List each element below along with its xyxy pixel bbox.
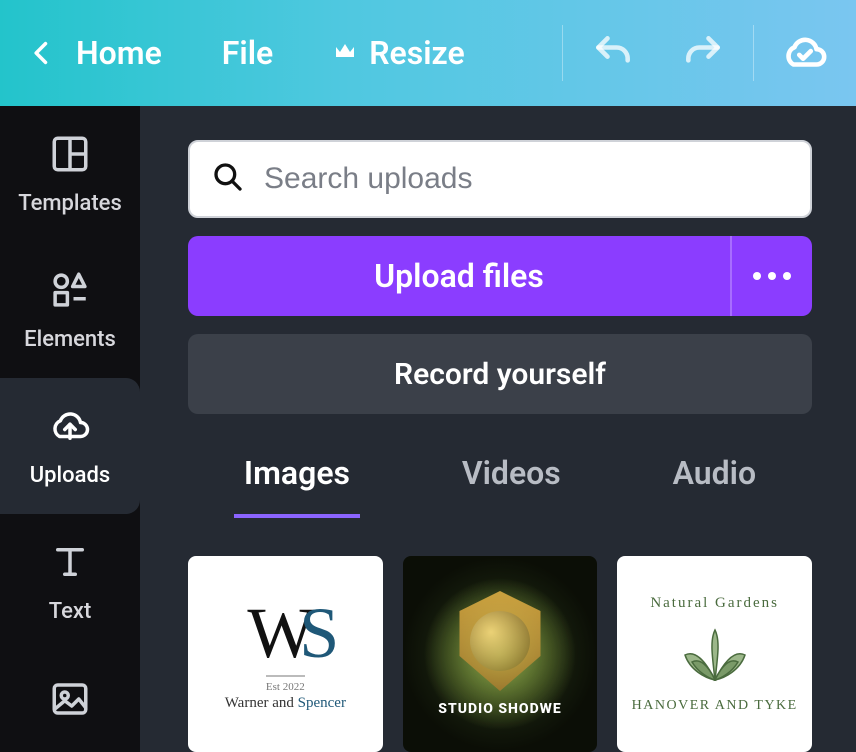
templates-icon xyxy=(49,133,91,179)
uploads-panel: Upload files Record yourself Images Vide… xyxy=(140,106,856,752)
sidebar-item-text[interactable]: Text xyxy=(0,514,140,650)
upload-thumb[interactable]: WS Est 2022 Warner and Spencer xyxy=(188,556,383,752)
top-right-group xyxy=(534,25,828,81)
sidebar-item-label: Uploads xyxy=(30,463,110,488)
shield-icon xyxy=(455,591,545,691)
top-left-group: Home File Resize xyxy=(28,34,465,72)
sidebar-item-label: Templates xyxy=(18,191,122,216)
top-bar: Home File Resize xyxy=(0,0,856,106)
tab-images[interactable]: Images xyxy=(234,454,360,518)
sidebar-item-templates[interactable]: Templates xyxy=(0,106,140,242)
chevron-left-icon xyxy=(28,34,56,72)
separator xyxy=(562,25,563,81)
cloud-check-icon[interactable] xyxy=(782,30,828,76)
crown-icon xyxy=(333,34,357,72)
tab-videos[interactable]: Videos xyxy=(452,454,571,518)
upload-files-label: Upload files xyxy=(374,257,544,295)
home-label: Home xyxy=(76,34,162,72)
upload-files-button[interactable]: Upload files xyxy=(188,236,732,316)
redo-button[interactable] xyxy=(681,31,725,75)
resize-label: Resize xyxy=(369,34,464,72)
ellipsis-icon xyxy=(753,272,791,280)
ng-arc-text: Natural Gardens xyxy=(650,595,779,612)
separator xyxy=(753,25,754,81)
sidebar-item-elements[interactable]: Elements xyxy=(0,242,140,378)
record-yourself-label: Record yourself xyxy=(394,357,606,392)
home-button[interactable]: Home xyxy=(28,34,162,72)
uploads-icon xyxy=(49,405,91,451)
sidebar-item-label: Elements xyxy=(24,327,116,352)
tab-audio[interactable]: Audio xyxy=(663,454,766,518)
shodwe-label: STUDIO SHODWE xyxy=(438,701,561,717)
ng-sub-text: HANOVER AND TYKE xyxy=(632,698,798,714)
search-input[interactable] xyxy=(264,162,788,196)
sidebar-item-photos[interactable] xyxy=(0,650,140,752)
upload-thumb[interactable]: STUDIO SHODWE xyxy=(403,556,598,752)
sidebar-item-label: Text xyxy=(49,599,92,624)
text-icon xyxy=(49,541,91,587)
media-tabs: Images Videos Audio xyxy=(188,454,812,518)
sidebar-item-uploads[interactable]: Uploads xyxy=(0,378,140,514)
file-menu[interactable]: File xyxy=(222,34,273,72)
upload-thumbnails: WS Est 2022 Warner and Spencer STUDIO SH… xyxy=(188,556,812,752)
ws-name: Warner and Spencer xyxy=(225,695,346,712)
ws-logo: WS xyxy=(247,597,323,669)
sidebar: Templates Elements Uploads Text xyxy=(0,106,140,752)
photos-icon xyxy=(49,678,91,724)
elements-icon xyxy=(49,269,91,315)
upload-options-button[interactable] xyxy=(732,236,812,316)
main-area: Templates Elements Uploads Text xyxy=(0,106,856,752)
search-icon xyxy=(212,161,244,197)
plant-icon xyxy=(670,620,760,690)
upload-thumb[interactable]: Natural Gardens HANOVER AND TYKE xyxy=(617,556,812,752)
record-yourself-button[interactable]: Record yourself xyxy=(188,334,812,414)
upload-row: Upload files xyxy=(188,236,812,316)
search-box[interactable] xyxy=(188,140,812,218)
resize-button[interactable]: Resize xyxy=(333,34,464,72)
undo-button[interactable] xyxy=(591,31,635,75)
ws-est: Est 2022 xyxy=(266,675,305,693)
